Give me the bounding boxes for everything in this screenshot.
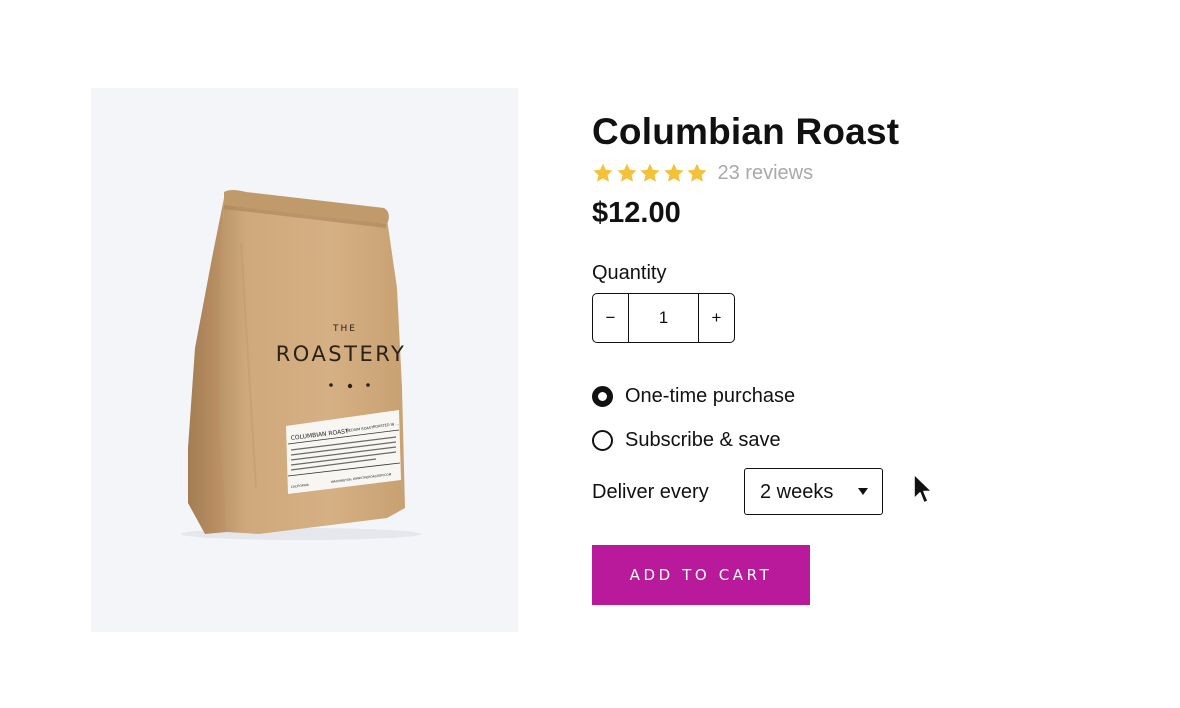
reviews-link[interactable]: 23 reviews	[718, 160, 814, 186]
chevron-down-icon	[858, 488, 868, 495]
product-title: Columbian Roast	[592, 111, 900, 152]
product-rating[interactable]: 23 reviews	[592, 160, 813, 186]
product-price: $12.00	[592, 197, 681, 229]
star-icon	[616, 163, 637, 182]
bag-brand: ROASTERY	[276, 342, 407, 366]
one-time-purchase-radio[interactable]	[592, 385, 613, 407]
quantity-stepper: − 1 +	[592, 293, 735, 343]
delivery-frequency-select[interactable]: 2 weeks	[744, 468, 883, 515]
subscribe-label: Subscribe & save	[625, 429, 781, 451]
star-icon	[687, 163, 707, 182]
add-to-cart-button[interactable]: ADD TO CART	[592, 545, 810, 605]
coffee-bag-illustration: THE ROASTERY COLUMBIAN ROAST MEDIUM ROAS…	[181, 190, 421, 540]
quantity-label: Quantity	[592, 262, 667, 284]
one-time-purchase-label: One-time purchase	[625, 385, 796, 407]
delivery-frequency-value: 2 weeks	[760, 480, 834, 503]
star-icon	[640, 163, 660, 182]
quantity-input[interactable]: 1	[629, 294, 698, 342]
one-time-purchase-option[interactable]: One-time purchase	[592, 384, 795, 408]
quantity-decrement-button[interactable]: −	[593, 294, 629, 342]
subscribe-option[interactable]: Subscribe & save	[592, 428, 781, 452]
rating-stars	[592, 162, 710, 184]
quantity-increment-button[interactable]: +	[698, 294, 734, 342]
subscribe-radio[interactable]	[592, 429, 613, 451]
star-icon	[593, 163, 613, 182]
mouse-pointer-icon	[913, 473, 933, 504]
deliver-every-label: Deliver every	[592, 481, 709, 503]
star-icon	[663, 163, 684, 182]
product-image: THE ROASTERY COLUMBIAN ROAST MEDIUM ROAS…	[91, 88, 518, 632]
bag-brand-small: THE	[332, 324, 357, 334]
